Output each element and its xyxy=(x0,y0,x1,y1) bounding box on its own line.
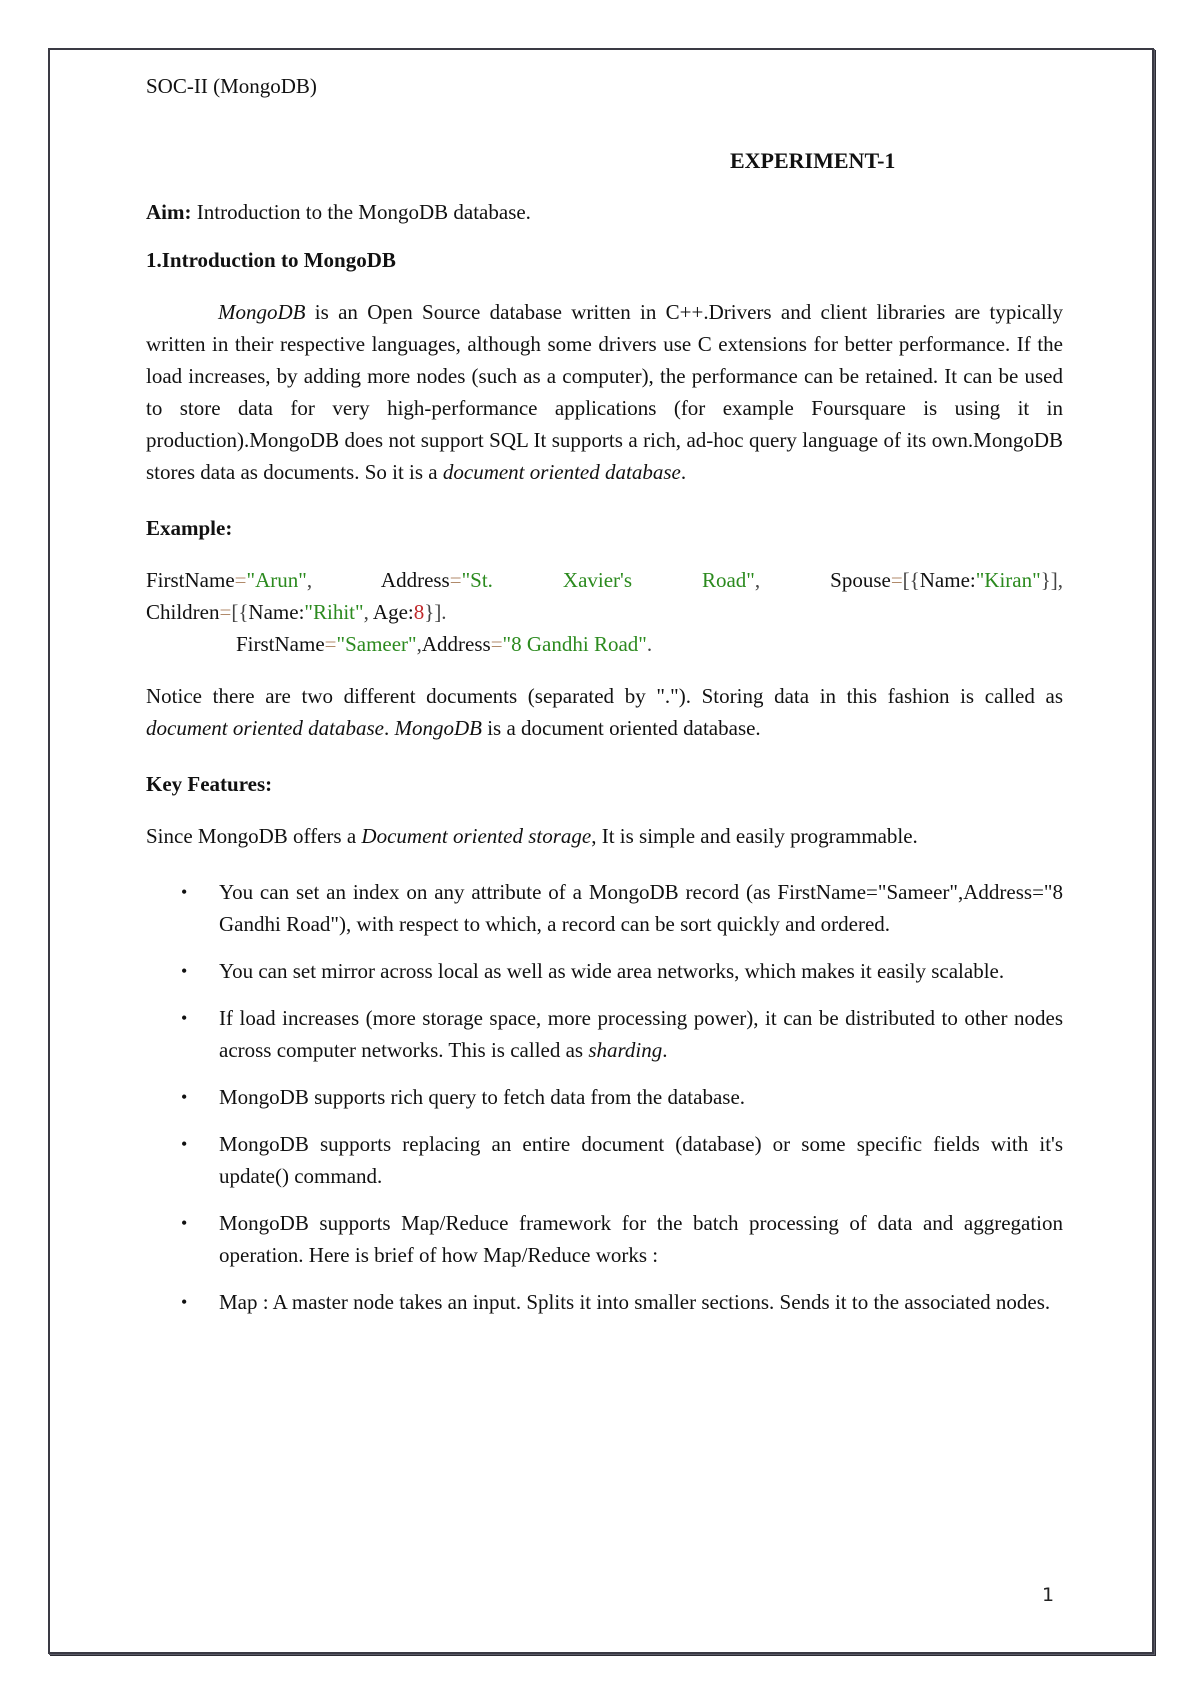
field-key: Children xyxy=(146,600,220,624)
intro-italic-lead: MongoDB xyxy=(218,300,306,324)
comma: , xyxy=(306,568,313,592)
feature-item: • MongoDB supports Map/Reduce framework f… xyxy=(146,1207,1063,1271)
aim-text: Introduction to the MongoDB database. xyxy=(191,200,531,224)
field-key: Age: xyxy=(372,600,414,624)
comma: , xyxy=(363,600,373,624)
bullet-icon: • xyxy=(181,1292,188,1312)
feature-item: • If load increases (more storage space, … xyxy=(146,1002,1063,1066)
notice-text: Notice there are two different documents… xyxy=(146,684,1063,708)
feature-text: You can set mirror across local as well … xyxy=(219,959,1005,983)
intro-text: , It is simple and easily programmable. xyxy=(591,824,918,848)
key-features-intro: Since MongoDB offers a Document oriented… xyxy=(146,820,1063,852)
notice-text: is a document oriented database. xyxy=(481,716,761,740)
period: . xyxy=(646,632,653,656)
section-heading-introduction: 1.Introduction to MongoDB xyxy=(146,248,396,272)
bullet-icon: • xyxy=(181,1008,188,1028)
intro-paragraph: MongoDB is an Open Source database writt… xyxy=(146,296,1063,488)
bullet-icon: • xyxy=(181,1213,188,1233)
intro-italic: Document oriented storage xyxy=(361,824,592,848)
feature-text: MongoDB supports replacing an entire doc… xyxy=(219,1132,1063,1188)
field-key: Name: xyxy=(248,600,305,624)
example-document-1-line-2: Children=[{Name:"Rihit", Age:8}]. xyxy=(146,596,1063,628)
string-value: "Rihit" xyxy=(304,600,364,624)
string-value: "Arun" xyxy=(246,568,307,592)
example-document-2: FirstName="Sameer",Address="8 Gandhi Roa… xyxy=(146,628,1063,660)
field-key: Address xyxy=(380,568,450,592)
bullet-icon: • xyxy=(181,1134,188,1154)
notice-text: . xyxy=(383,716,395,740)
comma: , xyxy=(754,568,761,592)
feature-text: MongoDB supports Map/Reduce framework fo… xyxy=(219,1211,1063,1267)
bullet-icon: • xyxy=(181,1087,188,1107)
intro-text: is an Open Source database written in C+… xyxy=(146,300,1063,484)
notice-italic: MongoDB xyxy=(394,716,482,740)
key-features-heading: Key Features: xyxy=(146,772,273,796)
intro-italic-tail: document oriented database xyxy=(442,460,681,484)
string-value: "8 Gandhi Road" xyxy=(502,632,647,656)
equals-sign: = xyxy=(449,568,462,592)
feature-item: • MongoDB supports rich query to fetch da… xyxy=(146,1081,1063,1113)
page-number: 1 xyxy=(1042,1584,1055,1606)
example-heading: Example: xyxy=(146,516,233,540)
running-header: SOC-II (MongoDB) xyxy=(146,74,317,98)
example-code-block: FirstName="Arun", Address="St. Xavier's … xyxy=(146,564,1063,660)
bracket: }]. xyxy=(424,600,447,624)
feature-item: • Map : A master node takes an input. Spl… xyxy=(146,1286,1063,1318)
document-body: Aim: Introduction to the MongoDB databas… xyxy=(146,196,1063,1333)
feature-item: • You can set mirror across local as well… xyxy=(146,955,1063,987)
experiment-title: EXPERIMENT-1 xyxy=(730,148,896,173)
aim-label: Aim: xyxy=(146,200,192,224)
aim-line: Aim: Introduction to the MongoDB databas… xyxy=(146,196,1063,228)
bracket: [{ xyxy=(231,600,249,624)
example-document-1-line-1: FirstName="Arun", Address="St. Xavier's … xyxy=(146,564,1063,596)
feature-italic: sharding xyxy=(588,1038,663,1062)
string-value: "Kiran" xyxy=(975,568,1041,592)
field-key: Address xyxy=(421,632,491,656)
notice-italic: document oriented database xyxy=(146,716,384,740)
equals-sign: = xyxy=(219,600,232,624)
field-key: Spouse xyxy=(830,568,891,592)
bullet-icon: • xyxy=(181,882,188,902)
equals-sign: = xyxy=(234,568,247,592)
feature-text: MongoDB supports rich query to fetch dat… xyxy=(219,1085,746,1109)
bracket: [{ xyxy=(902,568,920,592)
field-key: FirstName xyxy=(236,632,325,656)
intro-end: . xyxy=(680,460,687,484)
notice-paragraph: Notice there are two different documents… xyxy=(146,680,1063,744)
feature-text-end: . xyxy=(662,1038,668,1062)
intro-text: Since MongoDB offers a xyxy=(146,824,362,848)
feature-text: Map : A master node takes an input. Spli… xyxy=(219,1290,1051,1314)
feature-item: • MongoDB supports replacing an entire do… xyxy=(146,1128,1063,1192)
key-features-list: • You can set an index on any attribute o… xyxy=(146,876,1063,1318)
field-key: Name: xyxy=(919,568,976,592)
feature-item: • You can set an index on any attribute o… xyxy=(146,876,1063,940)
bracket: }], xyxy=(1040,568,1064,592)
bullet-icon: • xyxy=(181,961,188,981)
feature-text: You can set an index on any attribute of… xyxy=(219,880,1063,936)
equals-sign: = xyxy=(890,568,903,592)
number-value: 8 xyxy=(413,600,425,624)
field-key: FirstName xyxy=(146,568,235,592)
equals-sign: = xyxy=(324,632,337,656)
string-value: "Sameer" xyxy=(336,632,417,656)
string-value: "St. Xavier's Road" xyxy=(461,568,755,592)
equals-sign: = xyxy=(490,632,503,656)
